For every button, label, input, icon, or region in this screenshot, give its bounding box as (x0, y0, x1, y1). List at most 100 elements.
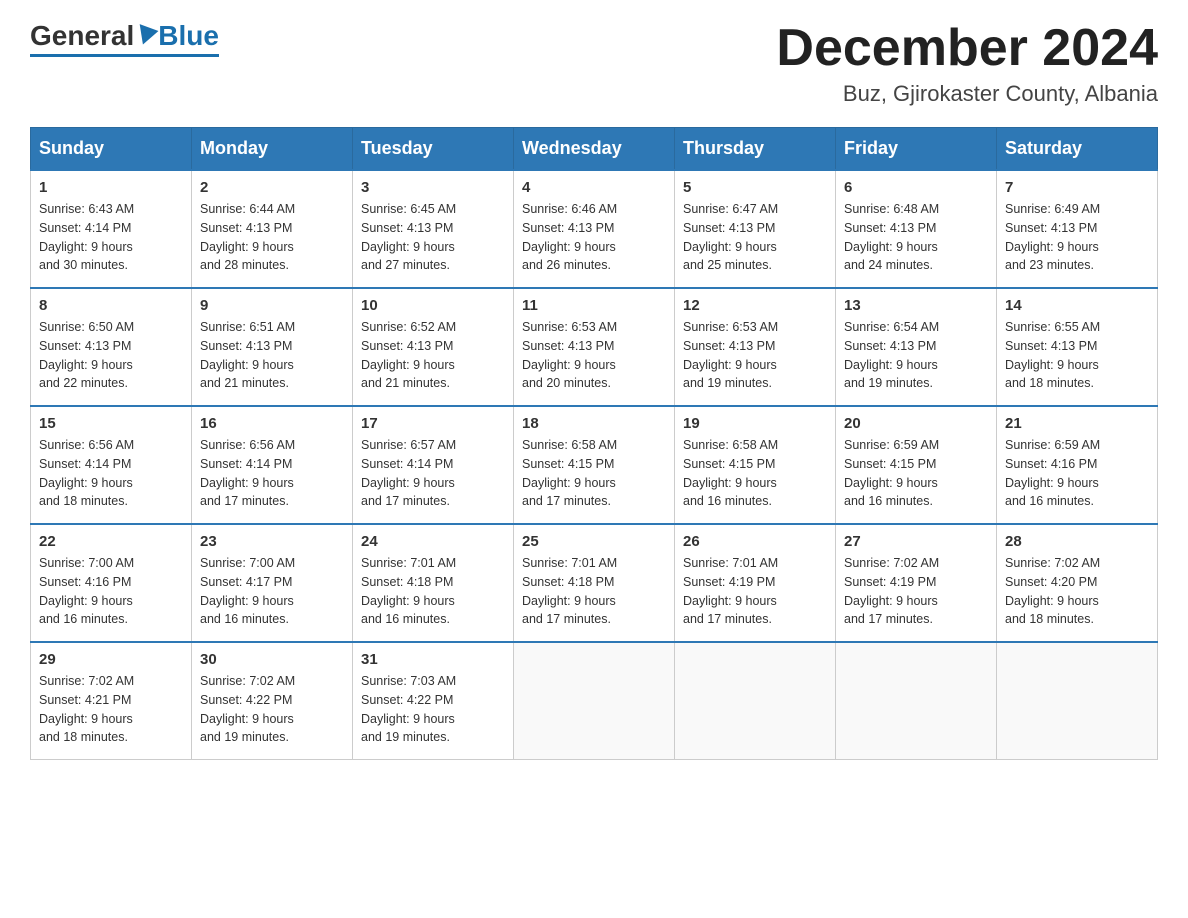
day-info: Sunrise: 7:02 AMSunset: 4:19 PMDaylight:… (844, 554, 988, 629)
day-number: 7 (1005, 179, 1149, 196)
page-header: General Blue December 2024 Buz, Gjirokas… (30, 20, 1158, 107)
col-saturday: Saturday (997, 128, 1158, 171)
day-number: 16 (200, 415, 344, 432)
week-row-3: 15 Sunrise: 6:56 AMSunset: 4:14 PMDaylig… (31, 406, 1158, 524)
day-number: 22 (39, 533, 183, 550)
day-number: 8 (39, 297, 183, 314)
col-friday: Friday (836, 128, 997, 171)
table-row: 16 Sunrise: 6:56 AMSunset: 4:14 PMDaylig… (192, 406, 353, 524)
day-number: 18 (522, 415, 666, 432)
day-info: Sunrise: 6:53 AMSunset: 4:13 PMDaylight:… (522, 318, 666, 393)
day-number: 25 (522, 533, 666, 550)
day-number: 17 (361, 415, 505, 432)
table-row: 9 Sunrise: 6:51 AMSunset: 4:13 PMDayligh… (192, 288, 353, 406)
day-info: Sunrise: 6:56 AMSunset: 4:14 PMDaylight:… (200, 436, 344, 511)
table-row: 13 Sunrise: 6:54 AMSunset: 4:13 PMDaylig… (836, 288, 997, 406)
day-number: 30 (200, 651, 344, 668)
day-info: Sunrise: 6:52 AMSunset: 4:13 PMDaylight:… (361, 318, 505, 393)
table-row: 26 Sunrise: 7:01 AMSunset: 4:19 PMDaylig… (675, 524, 836, 642)
table-row: 11 Sunrise: 6:53 AMSunset: 4:13 PMDaylig… (514, 288, 675, 406)
table-row: 4 Sunrise: 6:46 AMSunset: 4:13 PMDayligh… (514, 170, 675, 288)
table-row: 23 Sunrise: 7:00 AMSunset: 4:17 PMDaylig… (192, 524, 353, 642)
table-row: 27 Sunrise: 7:02 AMSunset: 4:19 PMDaylig… (836, 524, 997, 642)
table-row: 2 Sunrise: 6:44 AMSunset: 4:13 PMDayligh… (192, 170, 353, 288)
day-number: 29 (39, 651, 183, 668)
day-info: Sunrise: 6:43 AMSunset: 4:14 PMDaylight:… (39, 200, 183, 275)
calendar-table: Sunday Monday Tuesday Wednesday Thursday… (30, 127, 1158, 760)
day-info: Sunrise: 6:57 AMSunset: 4:14 PMDaylight:… (361, 436, 505, 511)
table-row: 12 Sunrise: 6:53 AMSunset: 4:13 PMDaylig… (675, 288, 836, 406)
table-row: 17 Sunrise: 6:57 AMSunset: 4:14 PMDaylig… (353, 406, 514, 524)
day-number: 4 (522, 179, 666, 196)
table-row: 20 Sunrise: 6:59 AMSunset: 4:15 PMDaylig… (836, 406, 997, 524)
week-row-1: 1 Sunrise: 6:43 AMSunset: 4:14 PMDayligh… (31, 170, 1158, 288)
logo-blue: Blue (158, 20, 219, 52)
week-row-4: 22 Sunrise: 7:00 AMSunset: 4:16 PMDaylig… (31, 524, 1158, 642)
day-number: 1 (39, 179, 183, 196)
table-row: 10 Sunrise: 6:52 AMSunset: 4:13 PMDaylig… (353, 288, 514, 406)
day-info: Sunrise: 6:49 AMSunset: 4:13 PMDaylight:… (1005, 200, 1149, 275)
table-row (675, 642, 836, 760)
day-info: Sunrise: 6:58 AMSunset: 4:15 PMDaylight:… (522, 436, 666, 511)
table-row: 3 Sunrise: 6:45 AMSunset: 4:13 PMDayligh… (353, 170, 514, 288)
day-info: Sunrise: 7:00 AMSunset: 4:16 PMDaylight:… (39, 554, 183, 629)
calendar-title: December 2024 (776, 20, 1158, 77)
day-number: 6 (844, 179, 988, 196)
table-row: 14 Sunrise: 6:55 AMSunset: 4:13 PMDaylig… (997, 288, 1158, 406)
day-info: Sunrise: 6:44 AMSunset: 4:13 PMDaylight:… (200, 200, 344, 275)
day-info: Sunrise: 6:54 AMSunset: 4:13 PMDaylight:… (844, 318, 988, 393)
day-info: Sunrise: 7:03 AMSunset: 4:22 PMDaylight:… (361, 672, 505, 747)
day-number: 14 (1005, 297, 1149, 314)
col-sunday: Sunday (31, 128, 192, 171)
day-info: Sunrise: 6:48 AMSunset: 4:13 PMDaylight:… (844, 200, 988, 275)
day-info: Sunrise: 6:56 AMSunset: 4:14 PMDaylight:… (39, 436, 183, 511)
day-info: Sunrise: 6:45 AMSunset: 4:13 PMDaylight:… (361, 200, 505, 275)
day-number: 19 (683, 415, 827, 432)
table-row (836, 642, 997, 760)
day-info: Sunrise: 6:46 AMSunset: 4:13 PMDaylight:… (522, 200, 666, 275)
table-row: 8 Sunrise: 6:50 AMSunset: 4:13 PMDayligh… (31, 288, 192, 406)
table-row: 31 Sunrise: 7:03 AMSunset: 4:22 PMDaylig… (353, 642, 514, 760)
table-row: 5 Sunrise: 6:47 AMSunset: 4:13 PMDayligh… (675, 170, 836, 288)
day-number: 21 (1005, 415, 1149, 432)
table-row: 28 Sunrise: 7:02 AMSunset: 4:20 PMDaylig… (997, 524, 1158, 642)
day-number: 12 (683, 297, 827, 314)
calendar-header-row: Sunday Monday Tuesday Wednesday Thursday… (31, 128, 1158, 171)
day-number: 26 (683, 533, 827, 550)
day-info: Sunrise: 6:50 AMSunset: 4:13 PMDaylight:… (39, 318, 183, 393)
logo-text: General Blue (30, 20, 219, 52)
col-tuesday: Tuesday (353, 128, 514, 171)
day-number: 20 (844, 415, 988, 432)
table-row: 21 Sunrise: 6:59 AMSunset: 4:16 PMDaylig… (997, 406, 1158, 524)
day-number: 28 (1005, 533, 1149, 550)
calendar-subtitle: Buz, Gjirokaster County, Albania (776, 81, 1158, 107)
day-number: 27 (844, 533, 988, 550)
day-info: Sunrise: 6:58 AMSunset: 4:15 PMDaylight:… (683, 436, 827, 511)
day-number: 15 (39, 415, 183, 432)
day-info: Sunrise: 7:02 AMSunset: 4:21 PMDaylight:… (39, 672, 183, 747)
day-number: 10 (361, 297, 505, 314)
day-info: Sunrise: 7:00 AMSunset: 4:17 PMDaylight:… (200, 554, 344, 629)
day-number: 23 (200, 533, 344, 550)
day-info: Sunrise: 7:01 AMSunset: 4:18 PMDaylight:… (522, 554, 666, 629)
day-info: Sunrise: 7:01 AMSunset: 4:18 PMDaylight:… (361, 554, 505, 629)
day-info: Sunrise: 6:55 AMSunset: 4:13 PMDaylight:… (1005, 318, 1149, 393)
week-row-2: 8 Sunrise: 6:50 AMSunset: 4:13 PMDayligh… (31, 288, 1158, 406)
day-number: 13 (844, 297, 988, 314)
table-row: 1 Sunrise: 6:43 AMSunset: 4:14 PMDayligh… (31, 170, 192, 288)
table-row (514, 642, 675, 760)
table-row: 24 Sunrise: 7:01 AMSunset: 4:18 PMDaylig… (353, 524, 514, 642)
day-info: Sunrise: 7:01 AMSunset: 4:19 PMDaylight:… (683, 554, 827, 629)
day-number: 11 (522, 297, 666, 314)
table-row: 15 Sunrise: 6:56 AMSunset: 4:14 PMDaylig… (31, 406, 192, 524)
col-wednesday: Wednesday (514, 128, 675, 171)
table-row (997, 642, 1158, 760)
day-info: Sunrise: 6:53 AMSunset: 4:13 PMDaylight:… (683, 318, 827, 393)
day-info: Sunrise: 7:02 AMSunset: 4:22 PMDaylight:… (200, 672, 344, 747)
table-row: 30 Sunrise: 7:02 AMSunset: 4:22 PMDaylig… (192, 642, 353, 760)
day-info: Sunrise: 6:47 AMSunset: 4:13 PMDaylight:… (683, 200, 827, 275)
table-row: 25 Sunrise: 7:01 AMSunset: 4:18 PMDaylig… (514, 524, 675, 642)
day-info: Sunrise: 7:02 AMSunset: 4:20 PMDaylight:… (1005, 554, 1149, 629)
day-number: 31 (361, 651, 505, 668)
col-thursday: Thursday (675, 128, 836, 171)
